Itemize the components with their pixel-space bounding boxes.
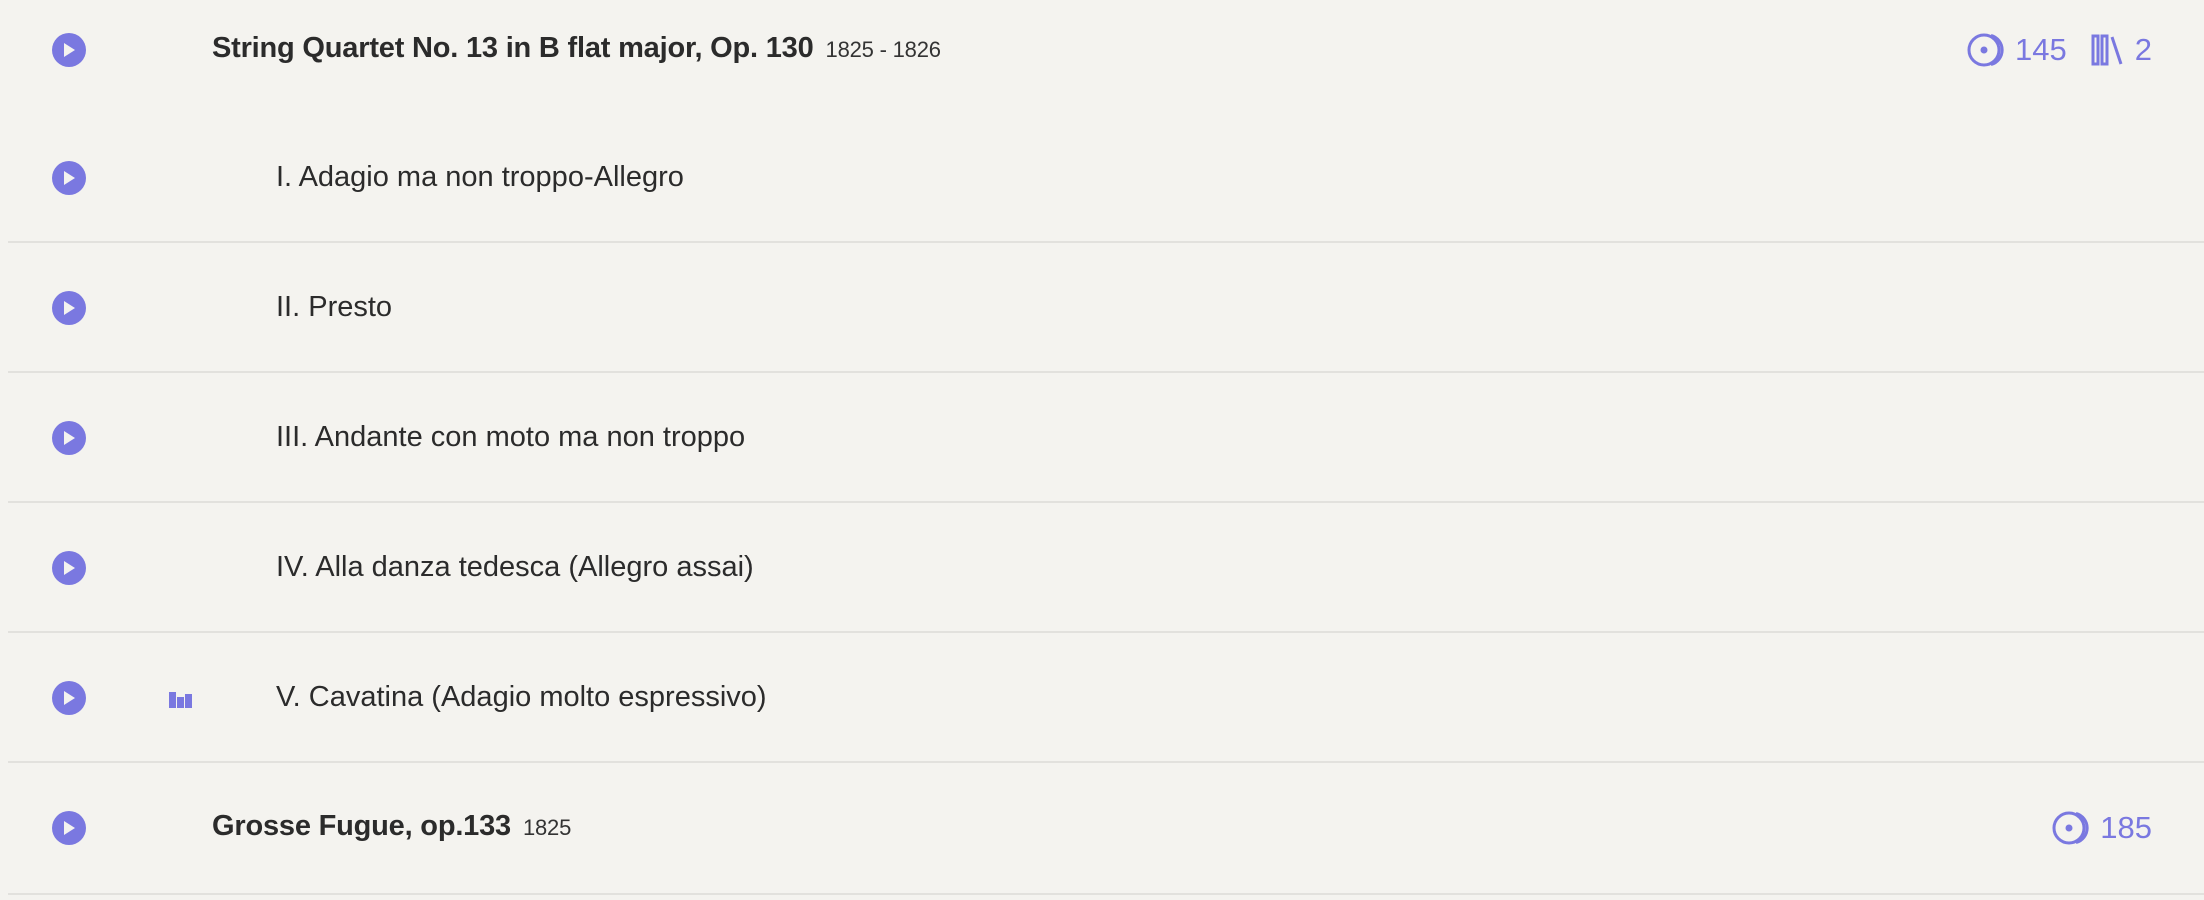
disc-icon (1967, 33, 2004, 67)
play-button[interactable] (52, 291, 86, 325)
play-button[interactable] (52, 681, 86, 715)
movement-row-playing[interactable]: V. Cavatina (Adagio molto espressivo) (8, 635, 2204, 763)
work-years: 1825 (522, 815, 572, 840)
play-button[interactable] (52, 161, 86, 195)
disc-icon (2052, 811, 2089, 845)
play-icon (64, 171, 75, 185)
play-icon (64, 821, 75, 835)
movement-title[interactable]: III. Andante con moto ma non troppo (276, 421, 745, 454)
work-years: 1825 - 1826 (825, 37, 941, 62)
play-button[interactable] (52, 421, 86, 455)
play-button[interactable] (52, 33, 86, 67)
play-icon (64, 301, 75, 315)
work-title-text: Grosse Fugue, op.133 (212, 810, 511, 842)
recordings-count[interactable]: 185 (2052, 810, 2152, 846)
scores-count[interactable]: 2 (2091, 32, 2152, 68)
work-title[interactable]: Grosse Fugue, op.133 1825 (212, 810, 571, 843)
movement-title[interactable]: II. Presto (276, 291, 392, 324)
work-row[interactable]: Grosse Fugue, op.133 1825 185 (8, 765, 2204, 895)
movement-row[interactable]: I. Adagio ma non troppo-Allegro (8, 100, 2204, 243)
work-row[interactable]: String Quartet No. 13 in B flat major, O… (8, 0, 2204, 100)
play-button[interactable] (52, 811, 86, 845)
recordings-count-value: 185 (2100, 810, 2152, 845)
work-title[interactable]: String Quartet No. 13 in B flat major, O… (212, 32, 941, 65)
movement-title[interactable]: IV. Alla danza tedesca (Allegro assai) (276, 551, 754, 584)
work-stats: 145 2 (1943, 32, 2152, 68)
play-icon (64, 43, 75, 57)
library-icon (2091, 34, 2123, 66)
scores-count-value: 2 (2134, 32, 2152, 67)
play-icon (64, 691, 75, 705)
movement-row[interactable]: IV. Alla danza tedesca (Allegro assai) (8, 505, 2204, 633)
play-button[interactable] (52, 551, 86, 585)
movement-row[interactable]: III. Andante con moto ma non troppo (8, 375, 2204, 503)
movement-row[interactable]: II. Presto (8, 245, 2204, 373)
recordings-count[interactable]: 145 (1967, 32, 2067, 68)
recordings-count-value: 145 (2015, 32, 2067, 67)
work-stats: 185 (2028, 810, 2152, 846)
movement-title[interactable]: I. Adagio ma non troppo-Allegro (276, 161, 684, 194)
playing-bars-icon (169, 692, 192, 708)
movement-title[interactable]: V. Cavatina (Adagio molto espressivo) (276, 681, 767, 714)
work-title-text: String Quartet No. 13 in B flat major, O… (212, 32, 814, 64)
work-list: String Quartet No. 13 in B flat major, O… (0, 0, 2204, 900)
play-icon (64, 561, 75, 575)
play-icon (64, 431, 75, 445)
